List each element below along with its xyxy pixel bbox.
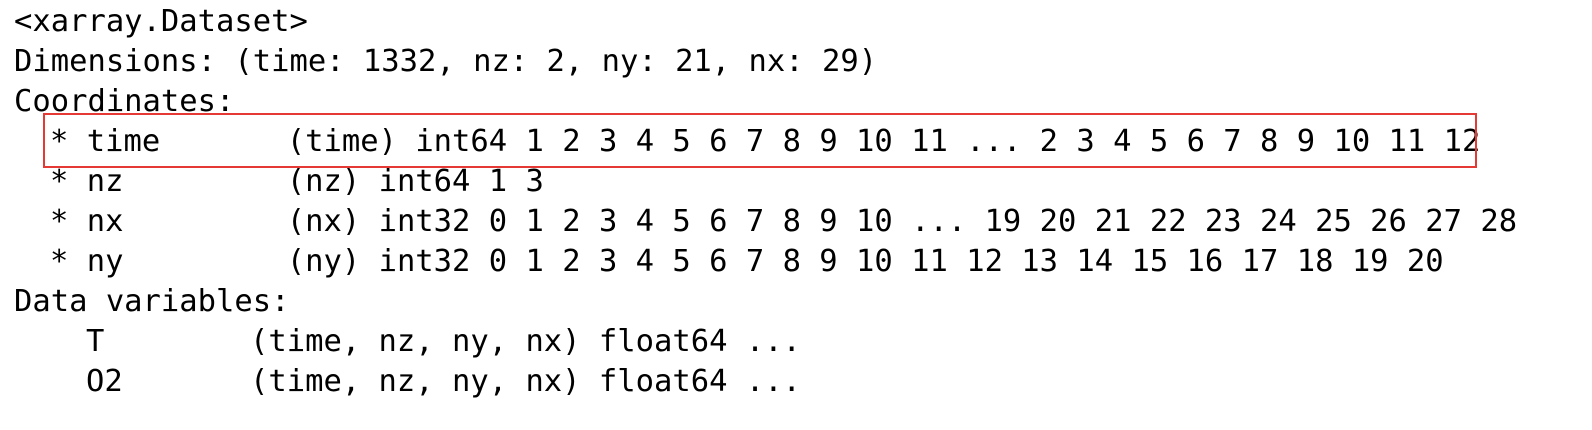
coordinate-row-ny: * ny (ny) int32 0 1 2 3 4 5 6 7 8 9 10 11… <box>14 242 1592 282</box>
coordinate-values: 1 2 3 4 5 6 7 8 9 10 11 ... 2 3 4 5 6 7 … <box>525 124 1481 159</box>
data-variable-dims: (time, nz, ny, nx) <box>250 364 581 399</box>
data-variable-row-t: T (time, nz, ny, nx) float64 ... <box>14 322 1592 362</box>
dimensions-label: Dimensions: <box>14 44 216 79</box>
coordinate-dtype: int64 <box>378 164 471 199</box>
data-variable-dtype: float64 <box>598 364 728 399</box>
coordinate-marker: * <box>50 164 69 199</box>
xarray-dataset-repr: <xarray.Dataset> Dimensions: (time: 1332… <box>14 2 1592 430</box>
dataset-type-header: <xarray.Dataset> <box>14 4 308 39</box>
data-variable-dtype: float64 <box>598 324 728 359</box>
coordinate-values: 0 1 2 3 4 5 6 7 8 9 10 11 12 13 14 15 16… <box>488 244 1444 279</box>
dimensions-line: Dimensions: (time: 1332, nz: 2, ny: 21, … <box>14 42 1592 82</box>
coordinate-name: nz <box>86 164 124 199</box>
coordinate-dims: (nz) <box>286 164 361 199</box>
coordinate-row-nx: * nx (nx) int32 0 1 2 3 4 5 6 7 8 9 10 ..… <box>14 202 1592 242</box>
coordinate-dims: (nx) <box>286 204 361 239</box>
data-variable-name: T <box>86 324 105 359</box>
data-variable-values: ... <box>745 324 801 359</box>
coordinate-dims: (time) <box>286 124 397 159</box>
data-variable-row-o2: O2 (time, nz, ny, nx) float64 ... <box>14 362 1592 402</box>
dimensions-value: (time: 1332, nz: 2, ny: 21, nx: 29) <box>216 44 878 79</box>
coordinates-label: Coordinates: <box>14 84 235 119</box>
coordinate-row-time: * time (time) int64 1 2 3 4 5 6 7 8 9 10 … <box>14 122 1592 162</box>
coordinate-values: 1 3 <box>488 164 544 199</box>
data-variable-values: ... <box>745 364 801 399</box>
coordinate-marker: * <box>50 124 69 159</box>
coordinate-name: time <box>86 124 161 159</box>
data-variables-label: Data variables: <box>14 284 290 319</box>
coordinate-name: ny <box>86 244 124 279</box>
coordinate-marker: * <box>50 204 69 239</box>
coordinate-dtype: int64 <box>415 124 508 159</box>
coordinate-dims: (ny) <box>286 244 361 279</box>
data-variable-dims: (time, nz, ny, nx) <box>250 324 581 359</box>
coordinate-row-nz: * nz (nz) int64 1 3 <box>14 162 1592 202</box>
coordinate-name: nx <box>86 204 124 239</box>
data-variable-name: O2 <box>86 364 123 399</box>
coordinate-dtype: int32 <box>378 244 471 279</box>
coordinate-dtype: int32 <box>378 204 471 239</box>
coordinate-values: 0 1 2 3 4 5 6 7 8 9 10 ... 19 20 21 22 2… <box>488 204 1518 239</box>
coordinate-marker: * <box>50 244 69 279</box>
